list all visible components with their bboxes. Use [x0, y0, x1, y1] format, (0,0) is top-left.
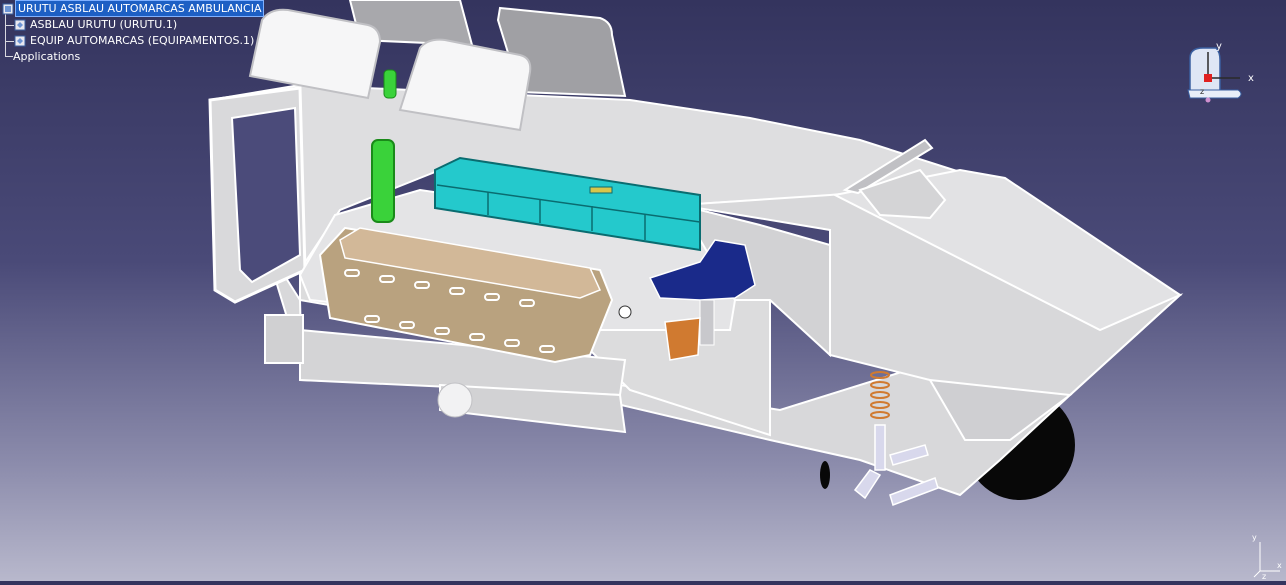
- axis-z-label: z: [1262, 572, 1266, 581]
- tree-node-equip-label: EQUIP AUTOMARCAS (EQUIPAMENTOS.1): [30, 34, 255, 47]
- tree-node-root-label: URUTU ASBLAU AUTOMARCAS AMBULANCIA: [14, 0, 265, 17]
- compass-y-label: y: [1216, 41, 1222, 52]
- wheel-hub: [820, 461, 830, 489]
- compass-icon: y x z: [1187, 41, 1254, 103]
- tree-node-urutu-label: ASBLAU URUTU (URUTU.1): [30, 18, 178, 31]
- rear-door-opening: [230, 106, 302, 284]
- oxygen-tank: [371, 139, 395, 223]
- axis-triad: y x z: [1250, 528, 1286, 581]
- compass-widget[interactable]: y x z: [1178, 38, 1260, 108]
- seat-post: [699, 299, 715, 346]
- tree-node-root[interactable]: URUTU ASBLAU AUTOMARCAS AMBULANCIA: [2, 0, 265, 17]
- 3d-viewport[interactable]: [0, 0, 1286, 581]
- tree-node-equip[interactable]: EQUIP AUTOMARCAS (EQUIPAMENTOS.1): [14, 33, 256, 48]
- compass-x-label: x: [1248, 73, 1254, 84]
- tree-connector-line: [5, 25, 14, 26]
- component-icon: [14, 35, 26, 46]
- tree-node-applications[interactable]: Applications: [11, 49, 82, 64]
- tree-connector-line: [5, 9, 6, 56]
- cabinet-handle: [589, 186, 613, 194]
- ambulance-vehicle-model[interactable]: [0, 0, 1286, 581]
- tree-node-applications-label: Applications: [13, 50, 81, 63]
- oxygen-valve: [383, 69, 397, 99]
- axis-triad-icon: y x z: [1252, 533, 1282, 581]
- axis-y-label: y: [1252, 533, 1257, 542]
- rear-step: [264, 314, 304, 364]
- waste-container: [664, 317, 701, 361]
- tree-node-urutu[interactable]: ASBLAU URUTU (URUTU.1): [14, 17, 179, 32]
- compass-z-label: z: [1200, 87, 1204, 96]
- component-icon: [14, 19, 26, 30]
- roof-hatch-left: [248, 8, 382, 100]
- axis-x-label: x: [1277, 561, 1282, 570]
- spare-wheel: [437, 382, 473, 418]
- tree-connector-line: [5, 41, 14, 42]
- stretcher-wheel: [618, 305, 632, 319]
- product-icon: [2, 3, 14, 14]
